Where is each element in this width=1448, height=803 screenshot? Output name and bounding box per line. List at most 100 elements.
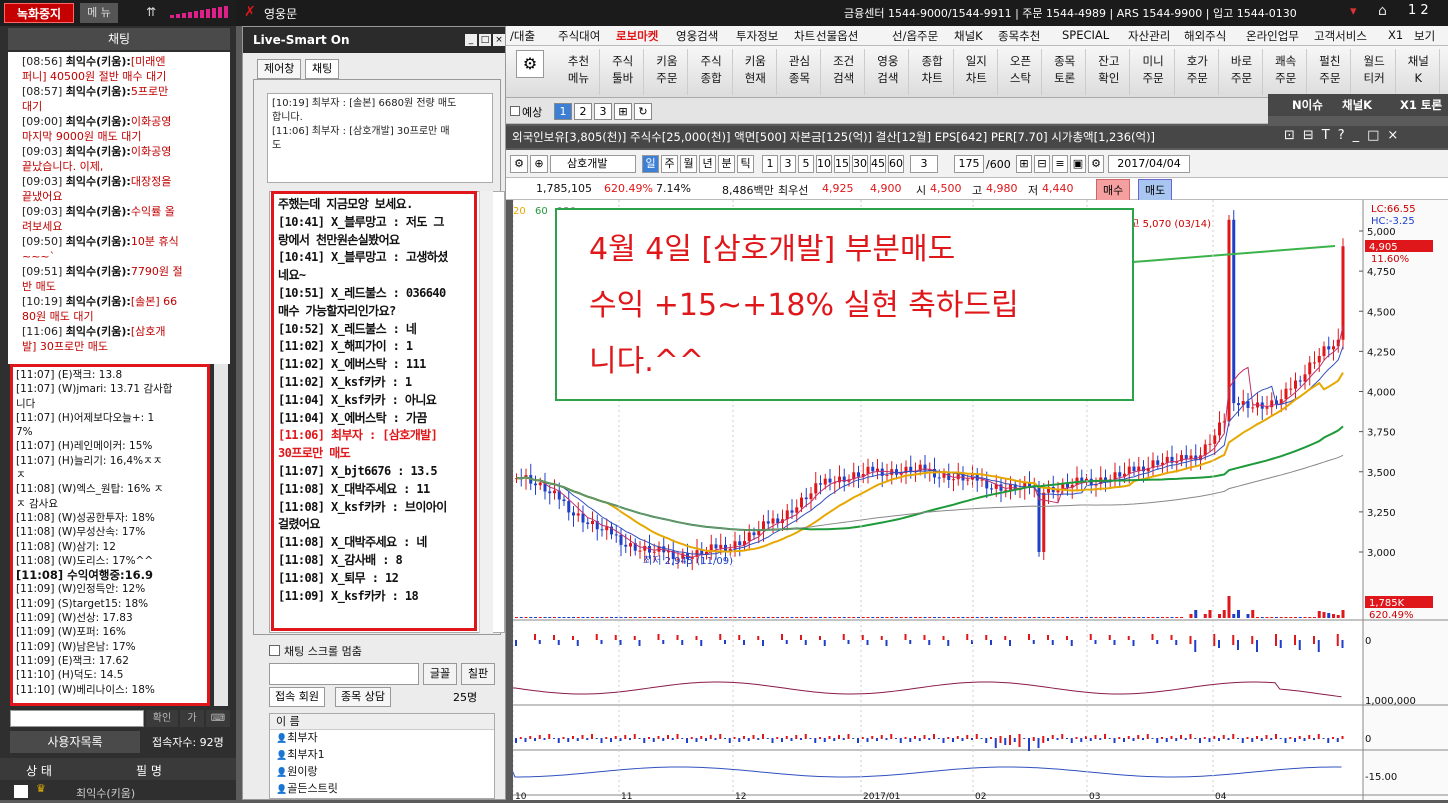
grid-icon[interactable]: ⊞	[1016, 155, 1032, 173]
tab-consult[interactable]: 종목 상담	[335, 687, 391, 707]
live-chat-input[interactable]	[269, 663, 419, 685]
page-button-2[interactable]: 2	[574, 103, 592, 120]
menu-item[interactable]: X1	[1388, 28, 1403, 42]
userlist-header[interactable]: 사용자목록	[10, 731, 140, 753]
menu-item[interactable]: SPECIAL	[1062, 28, 1109, 42]
toolbar-button[interactable]: 종목 토론	[1044, 49, 1087, 95]
toolbar-button[interactable]: 미니 주문	[1133, 49, 1175, 95]
user-row[interactable]: ♛ 최익수(키움)	[0, 782, 236, 800]
font-button[interactable]: 글꼴	[423, 663, 457, 685]
buy-button[interactable]: 매수	[1096, 179, 1131, 201]
minute-button[interactable]: 10	[816, 155, 832, 173]
menu-item[interactable]: 영웅검색	[676, 28, 718, 44]
toolbar-button[interactable]: 종합 차트	[912, 49, 954, 95]
yesang-checkbox[interactable]: 예상	[510, 104, 542, 120]
record-stop-button[interactable]: 녹화중지	[4, 3, 74, 23]
stop-scroll-checkbox[interactable]: 채팅 스크롤 멈춤	[269, 643, 362, 659]
menu-item[interactable]: 선물옵션	[816, 28, 858, 44]
refresh-icon[interactable]: ↻	[634, 103, 652, 120]
toolbar-button[interactable]: 조건 검색	[823, 49, 866, 95]
menu-item[interactable]: 투자정보	[736, 28, 778, 44]
member-row[interactable]: 👤최부자	[270, 730, 494, 747]
minute-button[interactable]: 60	[888, 155, 904, 173]
chevron-down-icon[interactable]: ▾	[1350, 4, 1357, 19]
toolbar-button[interactable]: 주식 종합	[691, 49, 733, 95]
tab-issue[interactable]: N이슈	[1292, 97, 1323, 113]
layout-icon[interactable]: ⊞	[614, 103, 632, 120]
period-button[interactable]: 년	[699, 155, 716, 173]
close-icon[interactable]: ×	[493, 34, 505, 46]
font-button[interactable]: 가	[180, 710, 204, 727]
period-button[interactable]: 주	[661, 155, 678, 173]
menu-item[interactable]: 고객서비스	[1314, 28, 1367, 44]
period-button[interactable]: 일	[642, 155, 659, 173]
compare-icon[interactable]: ⊟	[1034, 155, 1050, 173]
page-indicator[interactable]: 1 2	[1408, 3, 1429, 18]
stock-search-icon[interactable]: ⊕	[530, 155, 548, 173]
list-icon[interactable]: ≡	[1052, 155, 1068, 173]
minute-button[interactable]: 45	[870, 155, 886, 173]
period-button[interactable]: 월	[680, 155, 697, 173]
toolbar-button[interactable]: 잔고 확인	[1088, 49, 1131, 95]
live-chat-scrollbar[interactable]	[479, 191, 493, 633]
minute-button[interactable]: 3	[780, 155, 796, 173]
tab-members[interactable]: 접속 회원	[269, 687, 325, 707]
toolbar-button[interactable]: 펄친 주문	[1309, 49, 1352, 95]
gear-icon[interactable]: ⚙	[516, 50, 544, 78]
home-icon[interactable]: ⌂	[1378, 3, 1387, 19]
menu-item[interactable]: 해외주식	[1184, 28, 1226, 44]
toolbar-button[interactable]: 관심 종목	[779, 49, 821, 95]
chart-window-controls[interactable]: ⊡⊟T?_□×	[1284, 128, 1406, 143]
count-select[interactable]: 3	[910, 155, 938, 173]
toolbar-button[interactable]: 호가 주문	[1177, 49, 1219, 95]
toolbar-button[interactable]: 월드 티커	[1354, 49, 1396, 95]
minimize-icon[interactable]: _	[465, 34, 477, 46]
save-icon[interactable]: ▣	[1070, 155, 1086, 173]
stock-name-field[interactable]: 삼호개발	[550, 155, 636, 173]
chat-scrollbar[interactable]	[214, 364, 228, 706]
tab-control[interactable]: 제어창	[257, 59, 302, 79]
toolbar-button[interactable]: 오픈 스탁	[1000, 49, 1042, 95]
menu-item[interactable]: 주식대여	[558, 28, 600, 44]
menu-item[interactable]: 자산관리	[1128, 28, 1170, 44]
member-row[interactable]: 👤최부자1	[270, 747, 494, 764]
sell-button[interactable]: 매도	[1138, 179, 1173, 201]
confirm-button[interactable]: 확인	[146, 710, 178, 727]
chat-input[interactable]	[10, 710, 144, 727]
tab-chat[interactable]: 채팅	[305, 59, 340, 79]
menu-item[interactable]: 온라인업무	[1246, 28, 1299, 44]
toolbar-button[interactable]: 키움 주문	[646, 49, 689, 95]
menu-item[interactable]: 차트	[794, 28, 815, 44]
date-input[interactable]: 2017/04/04	[1108, 155, 1190, 173]
toolbar-button[interactable]: 주식 툴바	[602, 49, 645, 95]
minute-button[interactable]: 30	[852, 155, 868, 173]
period-button[interactable]: 분	[718, 155, 735, 173]
menu-item[interactable]: 채널K	[954, 28, 983, 44]
toolbar-button[interactable]: 바로 주문	[1221, 49, 1263, 95]
range-input[interactable]: 175	[954, 155, 984, 173]
toolbar-button[interactable]: 쾌속 주문	[1265, 49, 1308, 95]
menu-item[interactable]: 종목추천	[998, 28, 1040, 44]
toolbar-button[interactable]: 키움 현재	[735, 49, 777, 95]
page-button-3[interactable]: 3	[594, 103, 612, 120]
gear-icon[interactable]: ⚙	[1088, 155, 1104, 173]
toolbar-button[interactable]: 일지 차트	[956, 49, 998, 95]
toolbar-button[interactable]: 영웅 검색	[867, 49, 910, 95]
minute-button[interactable]: 15	[834, 155, 850, 173]
checkbox[interactable]	[14, 785, 28, 798]
member-row[interactable]: 👤원이랑	[270, 764, 494, 781]
settings-icon[interactable]: ⚙	[510, 155, 528, 173]
minute-button[interactable]: 1	[762, 155, 778, 173]
menu-item[interactable]: 로보마켓	[616, 28, 658, 44]
maximize-icon[interactable]: □	[479, 34, 491, 46]
menu-item[interactable]: /대출	[510, 28, 535, 44]
menu-item[interactable]: 보기	[1414, 28, 1435, 44]
keyboard-icon[interactable]: ⌨	[206, 710, 230, 727]
toolbar-button[interactable]: 추천 메뉴	[558, 49, 600, 95]
tab-x1[interactable]: X1 토론	[1400, 97, 1442, 113]
page-button-1[interactable]: 1	[554, 103, 572, 120]
tab-channel-k[interactable]: 채널K	[1342, 97, 1372, 113]
period-button[interactable]: 틱	[737, 155, 754, 173]
member-row[interactable]: 👤골든스트릿	[270, 781, 494, 798]
menu-item[interactable]: 선/옵주문	[892, 28, 938, 44]
